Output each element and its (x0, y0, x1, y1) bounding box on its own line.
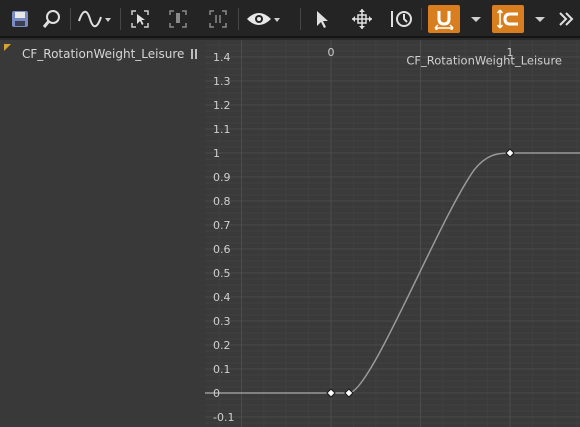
curve-name-label: CF_RotationWeight_Leisure (406, 54, 562, 68)
value-tick-label: 0.8 (213, 195, 231, 208)
frame-selection-icon (131, 10, 149, 28)
value-tick-label: 1 (213, 147, 220, 160)
frame-vertical-icon (209, 10, 227, 28)
snap-time-button[interactable] (428, 5, 460, 33)
overflow-icon (559, 12, 574, 26)
save-icon (12, 11, 28, 27)
snap-value-dropdown[interactable] (531, 5, 549, 33)
overflow-button[interactable] (555, 5, 577, 33)
value-tick-label: 0.7 (213, 219, 231, 232)
value-tick-label: 0.1 (213, 363, 231, 376)
curve-interp-dropdown[interactable] (77, 5, 113, 33)
value-tick-label: 0.2 (213, 339, 231, 352)
snap-value-button[interactable] (492, 5, 524, 33)
frame-horizontal-button[interactable] (166, 5, 190, 33)
value-tick-label: 0 (213, 387, 220, 400)
curve-editor-toolbar (0, 0, 580, 38)
curve-list-panel: CF_RotationWeight_Leisure (0, 40, 205, 427)
curve-list-item-label[interactable]: CF_RotationWeight_Leisure (22, 47, 184, 61)
value-tick-label: 0.9 (213, 171, 231, 184)
value-tick-label: 1.1 (213, 123, 231, 136)
curve-interp-dropdown-icon (78, 10, 111, 28)
value-tick-label: 1.3 (213, 75, 231, 88)
value-tick-label: 0.4 (213, 291, 231, 304)
value-tick-label: 1.2 (213, 99, 231, 112)
transform-tool-button[interactable] (350, 5, 374, 33)
frame-horizontal-icon (169, 10, 187, 28)
visibility-dropdown-icon (247, 13, 280, 25)
retime-tool-icon (391, 11, 412, 27)
value-tick-label: -0.1 (213, 411, 234, 424)
snap-time-dropdown[interactable] (467, 5, 485, 33)
value-tick-label: 0.6 (213, 243, 231, 256)
frame-vertical-button[interactable] (206, 5, 230, 33)
select-tool-button[interactable] (310, 5, 334, 33)
panel-corner-marker (4, 44, 11, 51)
snap-time-icon (434, 11, 454, 30)
value-tick-label: 1.4 (213, 51, 231, 64)
frame-selection-button[interactable] (128, 5, 152, 33)
visibility-dropdown[interactable] (245, 5, 285, 33)
pin-icon[interactable] (190, 48, 198, 60)
transform-tool-icon (352, 9, 372, 29)
select-tool-icon (317, 11, 328, 28)
value-tick-label: 0.5 (213, 267, 231, 280)
retime-tool-button[interactable] (389, 5, 415, 33)
time-tick-label: 0 (328, 46, 335, 59)
value-tick-label: 0.3 (213, 315, 231, 328)
snap-value-dropdown-icon (535, 17, 545, 22)
curve-graph[interactable]: 1.4 1.3 1.2 1.1 1 0.9 0.8 0.7 0.6 0.5 0.4 0.3 0.2 0.1… (205, 40, 580, 427)
snap-time-dropdown-icon (471, 17, 481, 22)
save-button[interactable] (8, 5, 32, 33)
find-icon (42, 10, 60, 28)
snap-value-icon (497, 9, 518, 29)
find-button[interactable] (40, 5, 64, 33)
